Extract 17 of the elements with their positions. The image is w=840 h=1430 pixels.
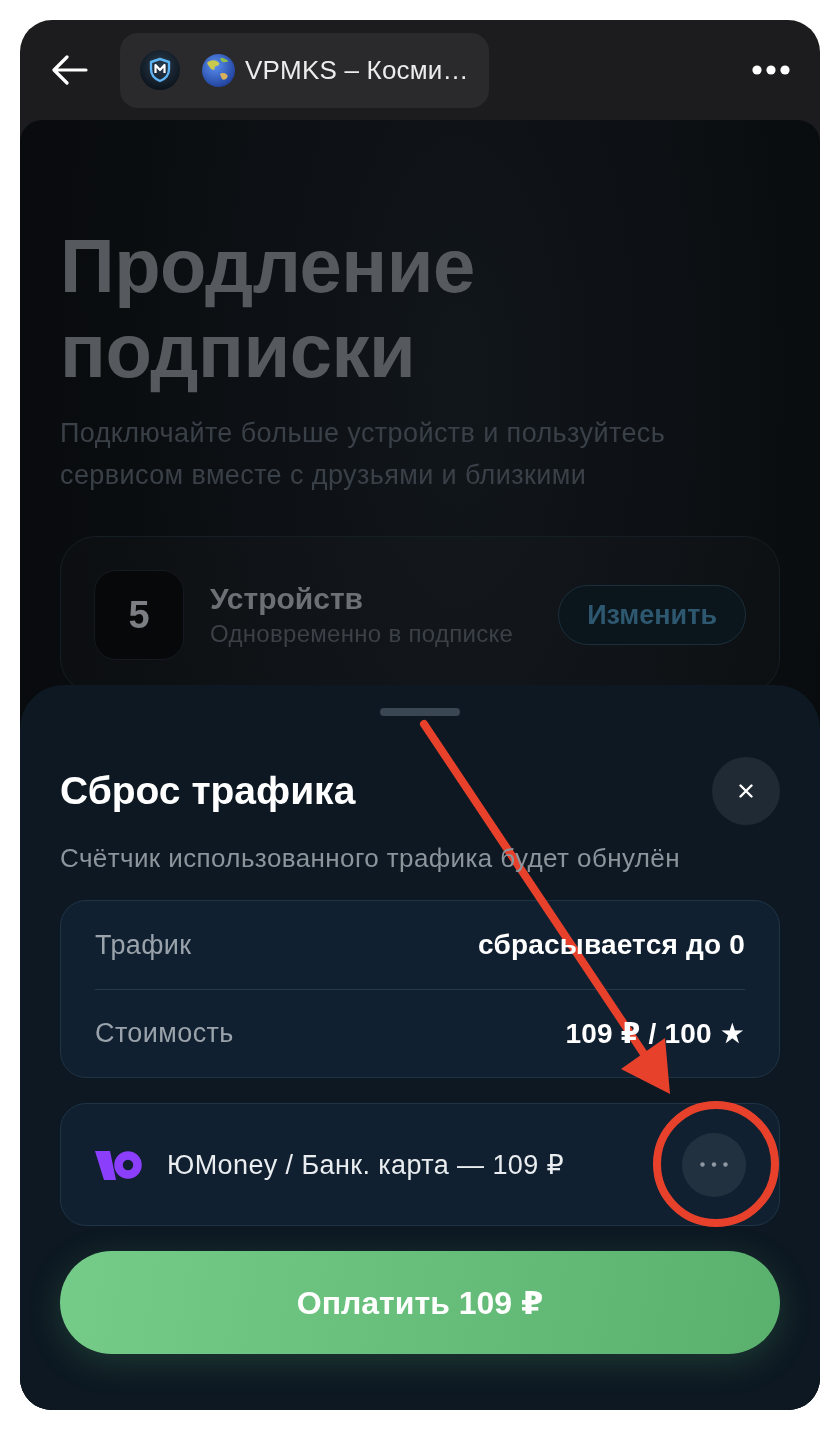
dots-icon bbox=[700, 1162, 728, 1167]
payment-method-label: ЮMoney / Банк. карта — 109 ₽ bbox=[167, 1148, 565, 1181]
site-tab[interactable]: VPMKS – Косми… bbox=[120, 32, 489, 108]
globe-icon bbox=[202, 53, 235, 87]
close-icon bbox=[739, 784, 753, 798]
devices-label: Устройств bbox=[210, 582, 365, 616]
detail-label: Стоимость bbox=[95, 1018, 234, 1049]
page-title: Продление подписки bbox=[60, 223, 476, 393]
device-count: 5 bbox=[94, 570, 184, 660]
payment-method-row[interactable]: ЮMoney / Банк. карта — 109 ₽ bbox=[60, 1103, 780, 1226]
more-icon[interactable] bbox=[752, 65, 790, 75]
sheet-title: Сброс трафика bbox=[60, 769, 356, 813]
sheet-handle[interactable] bbox=[380, 708, 460, 716]
payment-logo-icon bbox=[95, 1148, 142, 1181]
detail-label: Трафик bbox=[95, 929, 192, 961]
shield-logo-icon bbox=[140, 50, 180, 90]
back-icon[interactable] bbox=[52, 55, 88, 85]
